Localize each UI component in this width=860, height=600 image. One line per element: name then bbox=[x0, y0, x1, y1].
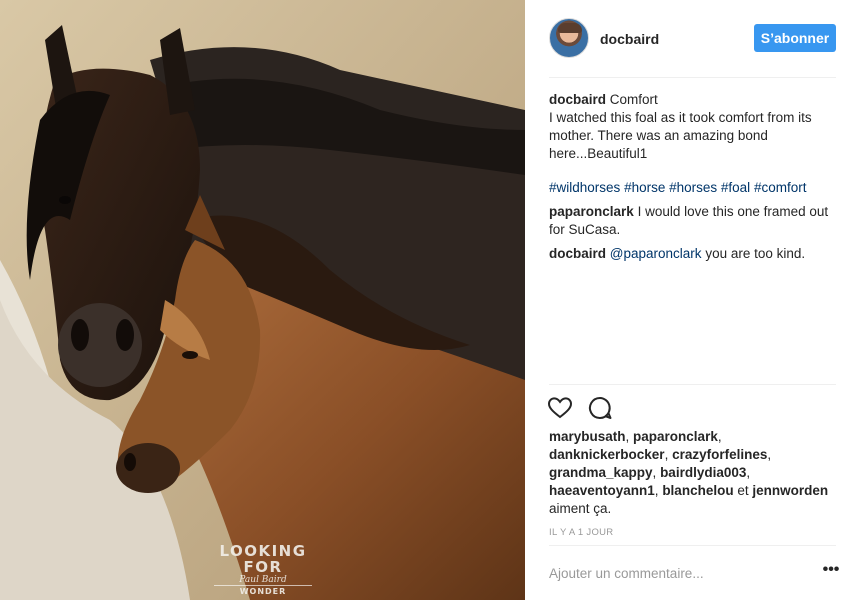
likes-list: marybusath, paparonclark, danknickerbock… bbox=[549, 429, 829, 516]
comment-text: you are too kind. bbox=[705, 246, 806, 261]
comment-item: docbaird @paparonclark you are too kind. bbox=[549, 245, 839, 263]
watermark-subtitle: WONDER PHOTOGRAPHY bbox=[214, 585, 312, 600]
post-details-panel: docbaird S’abonner docbaird Comfort I wa… bbox=[525, 0, 860, 600]
hashtag-link[interactable]: #comfort bbox=[754, 180, 807, 195]
caption-username[interactable]: docbaird bbox=[549, 92, 606, 107]
likes-suffix: aiment ça. bbox=[549, 501, 612, 516]
like-button[interactable] bbox=[547, 395, 573, 423]
watermark-signature: Paul Baird bbox=[239, 575, 287, 585]
liker-username[interactable]: crazyforfelines bbox=[672, 447, 767, 462]
divider bbox=[549, 77, 836, 78]
comment-item: paparonclark I would love this one frame… bbox=[549, 203, 839, 239]
hashtag-link[interactable]: #wildhorses bbox=[549, 180, 620, 195]
liker-username[interactable]: bairdlydia003 bbox=[660, 465, 746, 480]
instagram-post: LOOKING FOR Paul Baird WONDER PHOTOGRAPH… bbox=[0, 0, 860, 600]
comment-username[interactable]: docbaird bbox=[549, 246, 606, 261]
hashtag-link[interactable]: #horses bbox=[669, 180, 717, 195]
caption-text: I watched this foal as it took comfort f… bbox=[549, 110, 812, 161]
hashtag-link[interactable]: #horse bbox=[624, 180, 665, 195]
divider bbox=[549, 545, 836, 546]
divider bbox=[549, 384, 836, 385]
photographer-watermark: LOOKING FOR Paul Baird WONDER PHOTOGRAPH… bbox=[214, 542, 312, 600]
caption-title: Comfort bbox=[609, 92, 658, 107]
liker-username[interactable]: blanchelou bbox=[662, 483, 733, 498]
liker-username[interactable]: grandma_kappy bbox=[549, 465, 653, 480]
liker-username[interactable]: jennworden bbox=[752, 483, 828, 498]
comments-list: docbaird Comfort I watched this foal as … bbox=[549, 91, 839, 269]
follow-button[interactable]: S’abonner bbox=[754, 24, 836, 52]
comment-username[interactable]: paparonclark bbox=[549, 204, 634, 219]
horses-photo bbox=[0, 0, 525, 600]
post-actions bbox=[547, 395, 613, 423]
hashtags: #wildhorses #horse #horses #foal #comfor… bbox=[549, 179, 839, 197]
likes-connector: et bbox=[737, 483, 749, 498]
author-username[interactable]: docbaird bbox=[600, 31, 659, 47]
comment-button[interactable] bbox=[587, 395, 613, 423]
post-timestamp[interactable]: IL Y A 1 JOUR bbox=[549, 527, 613, 538]
liker-username[interactable]: haeaventoyann1 bbox=[549, 483, 655, 498]
liker-username[interactable]: danknickerbocker bbox=[549, 447, 665, 462]
ellipsis-icon: ••• bbox=[822, 561, 840, 578]
comment-mention[interactable]: @paparonclark bbox=[610, 246, 702, 261]
comment-input[interactable] bbox=[549, 562, 789, 584]
caption: docbaird Comfort I watched this foal as … bbox=[549, 91, 839, 197]
post-image[interactable]: LOOKING FOR Paul Baird WONDER PHOTOGRAPH… bbox=[0, 0, 525, 600]
hashtag-link[interactable]: #foal bbox=[721, 180, 750, 195]
speech-bubble-icon bbox=[588, 396, 612, 419]
post-header: docbaird S’abonner bbox=[525, 0, 860, 78]
watermark-title: LOOKING FOR bbox=[219, 542, 307, 576]
liker-username[interactable]: marybusath bbox=[549, 429, 626, 444]
liker-username[interactable]: paparonclark bbox=[633, 429, 718, 444]
avatar[interactable] bbox=[549, 18, 589, 58]
heart-outline-icon bbox=[547, 397, 573, 419]
more-options-button[interactable]: ••• bbox=[820, 561, 842, 582]
